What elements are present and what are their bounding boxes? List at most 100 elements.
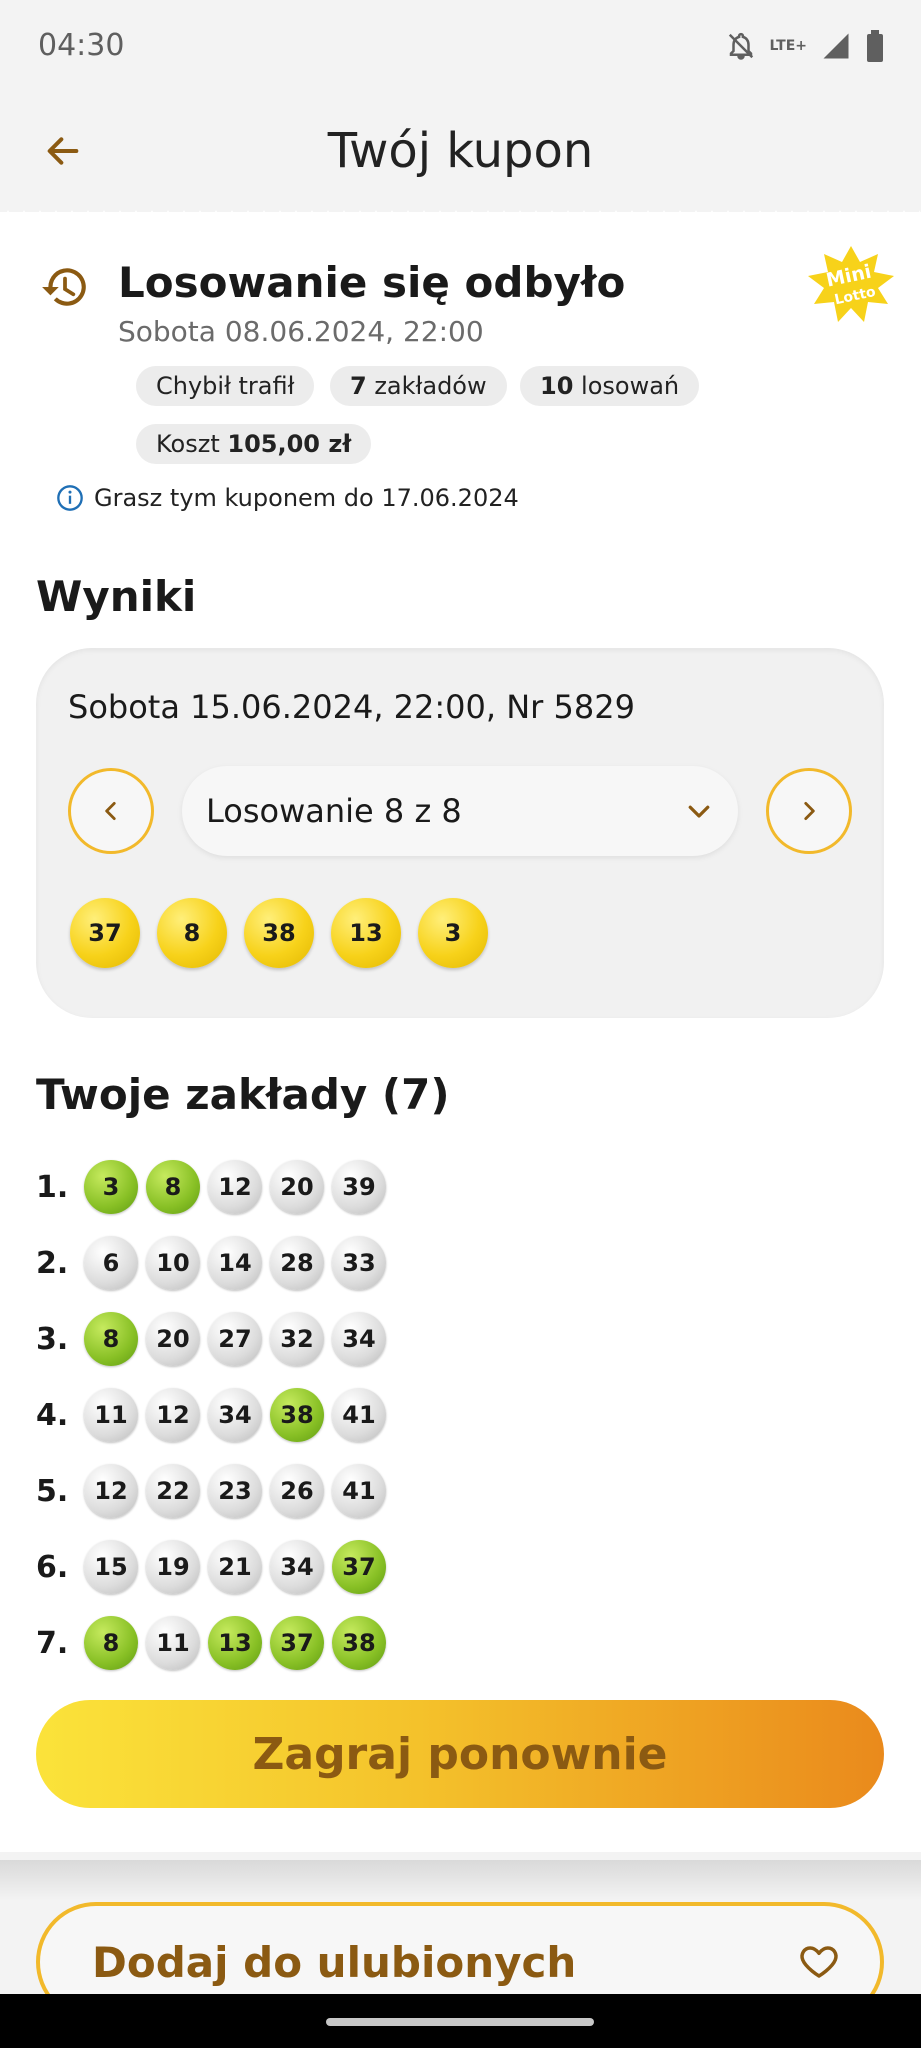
bet-ball: 27 [208,1312,262,1366]
bet-balls: 12 22 23 26 41 [84,1464,386,1518]
bet-ball: 21 [208,1540,262,1594]
coupon-card [0,212,921,1852]
results-heading: Wyniki [36,572,197,621]
chevron-left-icon [105,802,116,820]
mini-lotto-logo: Mini Lotto [808,246,894,322]
chip-bets-count: 7 zakładów [330,366,507,406]
signal-icon [823,33,849,59]
network-type: LTE+ [769,38,807,54]
bet-ball: 11 [84,1388,138,1442]
draw-date: Sobota 08.06.2024, 22:00 [118,315,484,348]
add-to-favorites-label: Dodaj do ulubionych [92,1937,577,1987]
bet-ball: 34 [208,1388,262,1442]
bet-ball: 33 [332,1236,386,1290]
chip-cost: Koszt 105,00 zł [136,424,372,464]
result-ball: 8 [157,898,227,968]
bet-row: 4. 11 12 34 38 41 [36,1388,386,1442]
draw-status-title: Losowanie się odbyło [118,258,626,307]
bet-ball: 14 [208,1236,262,1290]
bet-balls: 6 10 14 28 33 [84,1236,386,1290]
home-gesture-handle[interactable] [326,2018,594,2026]
bet-ball: 12 [146,1388,200,1442]
result-ball: 38 [244,898,314,968]
draw-select-value: Losowanie 8 z 8 [206,792,462,830]
bet-ball: 39 [332,1160,386,1214]
next-draw-button[interactable] [766,768,852,854]
bet-ball-hit: 38 [270,1388,324,1442]
notifications-off-icon [728,32,753,60]
bet-ball: 20 [146,1312,200,1366]
chip-quick-pick-label: Chybił trafił [156,372,295,400]
zigzag-bottom-edge [0,1836,921,1850]
bet-ball: 15 [84,1540,138,1594]
bet-ball: 6 [84,1236,138,1290]
bet-ball: 26 [270,1464,324,1518]
bet-ball: 28 [270,1236,324,1290]
bet-number-label: 6. [36,1549,69,1585]
bet-number-label: 7. [36,1625,69,1661]
coupon-validity-text: Grasz tym kuponem do 17.06.2024 [94,484,519,512]
bet-ball: 11 [146,1616,200,1670]
bet-row: 7. 8 11 13 37 38 [36,1616,386,1670]
result-ball: 37 [70,898,140,968]
bet-balls: 3 8 12 20 39 [84,1160,386,1214]
bet-ball: 34 [332,1312,386,1366]
bet-balls: 11 12 34 38 41 [84,1388,386,1442]
info-icon [57,485,83,511]
zigzag-top-edge [0,210,921,224]
bet-ball: 34 [270,1540,324,1594]
bets-count-value: 7 [350,372,367,400]
chip-quick-pick: Chybił trafił [136,366,315,406]
bet-ball: 19 [146,1540,200,1594]
bet-ball-hit: 38 [332,1616,386,1670]
chevron-down-icon [688,805,710,818]
result-ball: 13 [331,898,401,968]
coupon-validity-info: Grasz tym kuponem do 17.06.2024 [56,484,519,512]
bets-heading: Twoje zakłady (7) [36,1070,450,1119]
result-ball: 3 [418,898,488,968]
coupon-shadow [0,1860,921,1900]
bet-ball-hit: 37 [270,1616,324,1670]
result-numbers: 37 8 38 13 3 [70,898,488,968]
bet-row: 2. 6 10 14 28 33 [36,1236,386,1290]
bet-number-label: 5. [36,1473,69,1509]
bet-balls: 15 19 21 34 37 [84,1540,386,1594]
bets-count-label: zakładów [366,372,487,400]
draws-count-label: losowań [573,372,680,400]
bet-balls: 8 11 13 37 38 [84,1616,386,1670]
cost-value: 105,00 zł [227,430,352,458]
chip-draws-count: 10 losowań [520,366,700,406]
chevron-right-icon [804,802,815,820]
status-time: 04:30 [38,28,125,63]
bet-ball: 41 [332,1388,386,1442]
bet-ball-hit: 8 [84,1616,138,1670]
bet-ball: 23 [208,1464,262,1518]
draw-select-dropdown[interactable]: Losowanie 8 z 8 [182,766,738,856]
bet-ball: 32 [270,1312,324,1366]
bet-number-label: 1. [36,1169,69,1205]
bet-ball-hit: 13 [208,1616,262,1670]
bet-ball-hit: 8 [146,1160,200,1214]
bet-ball-hit: 3 [84,1160,138,1214]
bet-ball: 41 [332,1464,386,1518]
cost-label: Koszt [156,430,228,458]
bet-ball: 12 [208,1160,262,1214]
bet-ball: 12 [84,1464,138,1518]
bet-row: 3. 8 20 27 32 34 [36,1312,386,1366]
status-icons: LTE+ [726,30,885,62]
bet-balls: 8 20 27 32 34 [84,1312,386,1366]
bet-number-label: 2. [36,1245,69,1281]
history-icon [42,268,86,306]
bet-ball: 10 [146,1236,200,1290]
play-again-button[interactable]: Zagraj ponownie [36,1700,884,1808]
bet-row: 5. 12 22 23 26 41 [36,1464,386,1518]
battery-icon [867,30,883,62]
bet-ball-hit: 37 [332,1540,386,1594]
page-title: Twój kupon [327,123,594,179]
bet-ball: 20 [270,1160,324,1214]
bet-row: 1. 3 8 12 20 39 [36,1160,386,1214]
heart-icon [800,1946,838,1978]
bet-ball-hit: 8 [84,1312,138,1366]
previous-draw-button[interactable] [68,768,154,854]
draws-count-value: 10 [540,372,574,400]
